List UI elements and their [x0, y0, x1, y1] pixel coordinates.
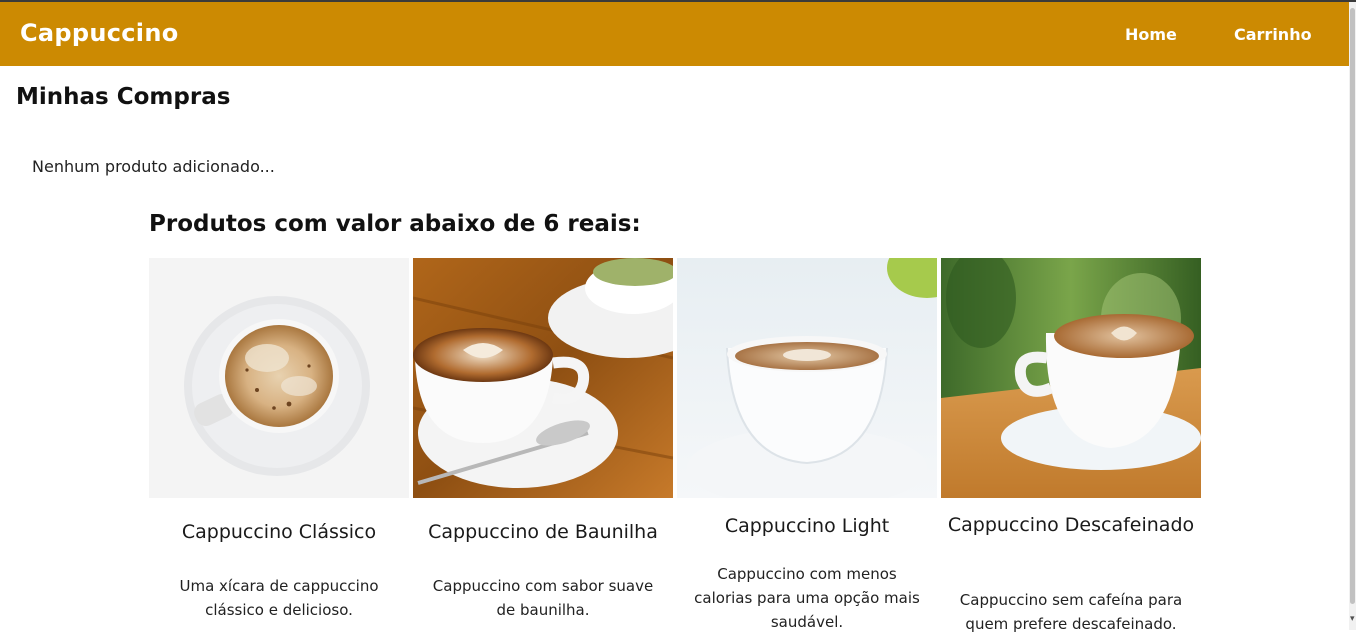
product-card[interactable]: Cappuccino Light Cappuccino com menos ca…: [677, 258, 937, 638]
product-card[interactable]: Cappuccino Descafeinado Cappuccino sem c…: [941, 258, 1201, 638]
product-description: Uma xícara de cappuccino clássico e deli…: [179, 577, 379, 619]
product-image[interactable]: [677, 258, 937, 498]
scroll-down-arrow-icon[interactable]: ▾: [1350, 613, 1356, 625]
section-title: Produtos com valor abaixo de 6 reais:: [149, 211, 641, 237]
product-image[interactable]: [413, 258, 673, 498]
product-name: Cappuccino Light: [724, 515, 890, 537]
product-name: Cappuccino de Baunilha: [428, 521, 658, 543]
nav-link-cart[interactable]: Carrinho: [1234, 25, 1312, 44]
product-name: Cappuccino Descafeinado: [947, 514, 1195, 536]
product-card[interactable]: Cappuccino de Baunilha Cappuccino com sa…: [413, 258, 673, 638]
nav-link-home[interactable]: Home: [1125, 25, 1177, 44]
product-image[interactable]: [941, 258, 1201, 498]
product-image[interactable]: [149, 258, 409, 498]
navbar: Cappuccino Home Carrinho: [0, 2, 1349, 66]
empty-cart-message: Nenhum produto adicionado...: [32, 157, 275, 176]
brand-logo[interactable]: Cappuccino: [20, 19, 179, 47]
product-description: Cappuccino sem cafeína para quem prefere…: [959, 591, 1183, 633]
product-name: Cappuccino Clássico: [181, 521, 377, 543]
product-description: Cappuccino com menos calorias para uma o…: [694, 565, 920, 631]
product-card[interactable]: Cappuccino Clássico Uma xícara de cappuc…: [149, 258, 409, 638]
page-title: Minhas Compras: [16, 84, 231, 110]
scrollbar-thumb[interactable]: [1350, 8, 1355, 604]
product-description: Cappuccino com sabor suave de baunilha.: [432, 577, 654, 619]
